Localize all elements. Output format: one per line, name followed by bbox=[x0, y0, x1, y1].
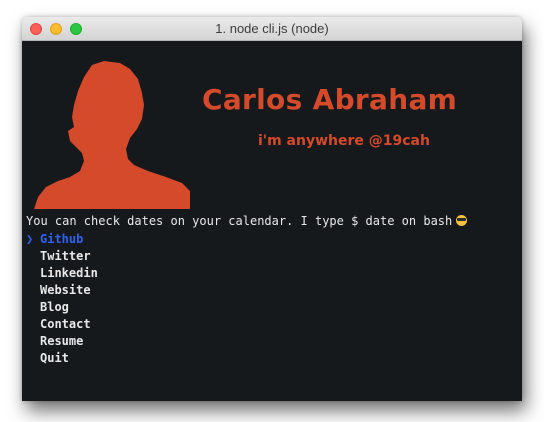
title-bar[interactable]: 1. node cli.js (node) bbox=[22, 17, 522, 41]
menu-item-label: Resume bbox=[40, 334, 84, 348]
menu-item-label: Twitter bbox=[40, 249, 91, 263]
menu-item-label: Quit bbox=[40, 351, 69, 365]
banner-tagline: i'm anywhere @19cah bbox=[258, 133, 430, 149]
window-title: 1. node cli.js (node) bbox=[215, 21, 329, 36]
menu-item-blog[interactable]: Blog bbox=[26, 299, 98, 316]
menu-item-label: Blog bbox=[40, 300, 69, 314]
menu-item-label: Contact bbox=[40, 317, 91, 331]
avatar-silhouette-icon bbox=[34, 61, 190, 209]
menu-item-label: Website bbox=[40, 283, 91, 297]
terminal-content[interactable]: Carlos Abraham i'm anywhere @19cah You c… bbox=[22, 41, 522, 401]
selection-pointer-icon: ❯ bbox=[26, 232, 34, 246]
prompt-text: You can check dates on your calendar. I … bbox=[26, 214, 453, 228]
sunglasses-face-icon bbox=[456, 215, 468, 226]
menu-item-website[interactable]: Website bbox=[26, 282, 98, 299]
banner-name: Carlos Abraham bbox=[202, 83, 458, 116]
menu-item-github[interactable]: ❯ Github bbox=[26, 231, 98, 248]
menu-item-quit[interactable]: Quit bbox=[26, 350, 98, 367]
menu-item-label: Linkedin bbox=[40, 266, 98, 280]
prompt-question: You can check dates on your calendar. I … bbox=[26, 214, 468, 228]
menu-item-contact[interactable]: Contact bbox=[26, 316, 98, 333]
menu-item-label: Github bbox=[40, 232, 84, 246]
menu-item-linkedin[interactable]: Linkedin bbox=[26, 265, 98, 282]
choice-menu[interactable]: ❯ Github Twitter Linkedin Website Blog Contact… bbox=[26, 231, 98, 367]
menu-item-twitter[interactable]: Twitter bbox=[26, 248, 98, 265]
menu-item-resume[interactable]: Resume bbox=[26, 333, 98, 350]
terminal-window: 1. node cli.js (node) Carlos Abraham i'm… bbox=[22, 17, 522, 401]
